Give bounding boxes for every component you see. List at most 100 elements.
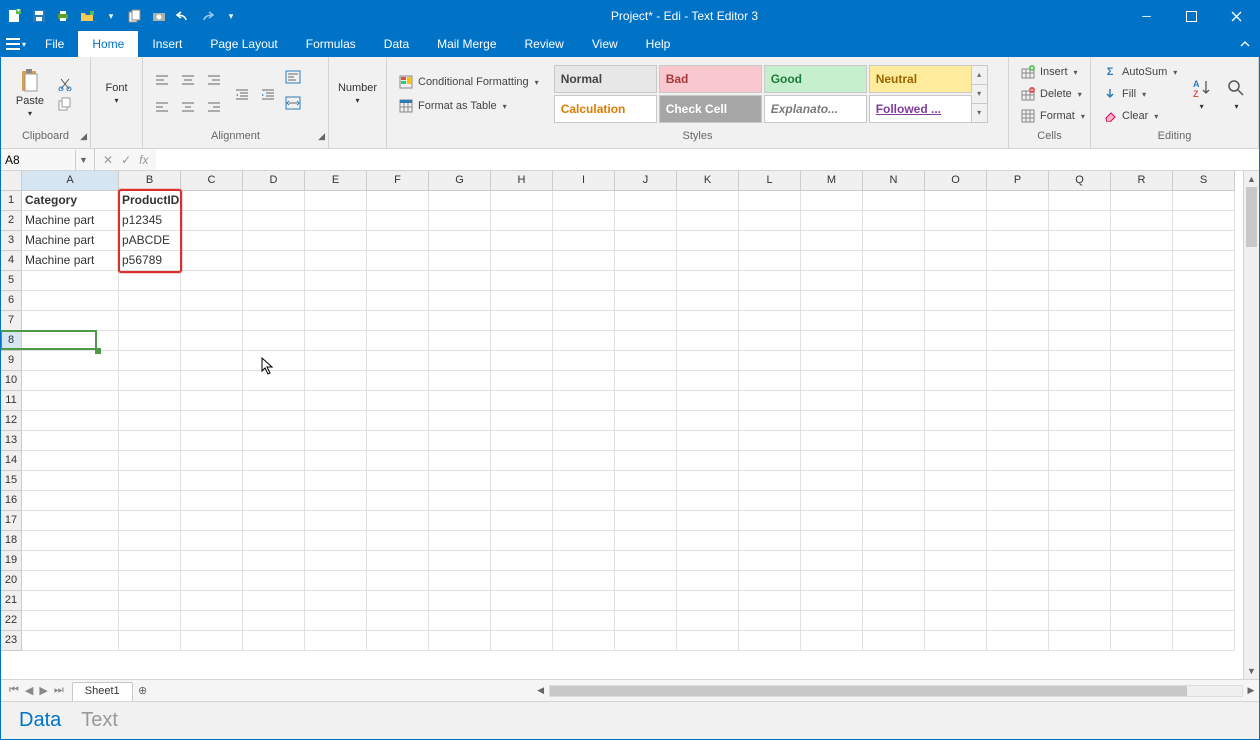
cell[interactable] <box>553 531 615 551</box>
paste-button[interactable]: Paste ▾ <box>9 62 51 126</box>
enter-icon[interactable]: ✓ <box>121 153 131 167</box>
cell[interactable] <box>615 191 677 211</box>
cell[interactable] <box>677 451 739 471</box>
cell[interactable] <box>1173 371 1235 391</box>
cell[interactable] <box>987 211 1049 231</box>
cell[interactable] <box>801 591 863 611</box>
cell[interactable] <box>305 511 367 531</box>
cell[interactable] <box>1111 291 1173 311</box>
cell[interactable] <box>553 591 615 611</box>
cell[interactable] <box>22 391 119 411</box>
cell[interactable] <box>739 391 801 411</box>
cell[interactable] <box>491 511 553 531</box>
cell[interactable] <box>1049 251 1111 271</box>
cell[interactable] <box>367 511 429 531</box>
styles-gallery[interactable]: NormalBadGoodNeutralCalculationCheck Cel… <box>554 65 972 123</box>
col-header-K[interactable]: K <box>677 171 739 191</box>
cell[interactable] <box>367 591 429 611</box>
cell[interactable] <box>1049 191 1111 211</box>
cell[interactable] <box>367 191 429 211</box>
cell[interactable] <box>1173 431 1235 451</box>
row-header[interactable]: 23 <box>1 631 22 651</box>
cell[interactable] <box>305 471 367 491</box>
cell[interactable] <box>677 331 739 351</box>
col-header-A[interactable]: A <box>22 171 119 191</box>
cell[interactable] <box>1173 471 1235 491</box>
save-icon[interactable] <box>31 8 47 24</box>
cell[interactable] <box>181 311 243 331</box>
maximize-button[interactable] <box>1169 1 1214 31</box>
cell[interactable] <box>429 511 491 531</box>
cell[interactable] <box>801 531 863 551</box>
col-header-S[interactable]: S <box>1173 171 1235 191</box>
cell[interactable] <box>553 571 615 591</box>
cell[interactable] <box>367 431 429 451</box>
cell[interactable] <box>987 491 1049 511</box>
cell[interactable] <box>22 491 119 511</box>
cell[interactable] <box>615 291 677 311</box>
collapse-ribbon-button[interactable] <box>1231 31 1259 57</box>
row-header[interactable]: 12 <box>1 411 22 431</box>
cell[interactable] <box>22 291 119 311</box>
col-header-E[interactable]: E <box>305 171 367 191</box>
cell[interactable] <box>429 611 491 631</box>
cell[interactable] <box>739 351 801 371</box>
cell[interactable] <box>677 511 739 531</box>
cell[interactable] <box>1111 591 1173 611</box>
cell[interactable] <box>925 271 987 291</box>
style-good[interactable]: Good <box>764 65 867 93</box>
cell[interactable] <box>863 511 925 531</box>
align-center[interactable] <box>177 96 199 118</box>
cell[interactable] <box>801 491 863 511</box>
cell[interactable] <box>987 331 1049 351</box>
cell[interactable] <box>925 471 987 491</box>
cell[interactable]: Machine part <box>22 211 119 231</box>
sort-filter-button[interactable]: AZ ▾ <box>1186 62 1217 126</box>
cell[interactable] <box>925 611 987 631</box>
number-button[interactable]: Number ▾ <box>337 62 378 126</box>
namebox-dropdown[interactable]: ▼ <box>75 150 91 170</box>
cell[interactable] <box>863 471 925 491</box>
cell[interactable] <box>925 351 987 371</box>
cell[interactable] <box>1173 251 1235 271</box>
align-top-center[interactable] <box>177 70 199 92</box>
cell[interactable] <box>615 551 677 571</box>
cell[interactable] <box>181 391 243 411</box>
cell[interactable] <box>615 411 677 431</box>
cell[interactable] <box>863 291 925 311</box>
cell[interactable] <box>119 591 181 611</box>
cell[interactable] <box>181 371 243 391</box>
cell[interactable] <box>181 471 243 491</box>
cell[interactable] <box>1049 211 1111 231</box>
cell[interactable] <box>305 411 367 431</box>
cell[interactable] <box>429 571 491 591</box>
cell[interactable] <box>243 371 305 391</box>
find-button[interactable]: ▾ <box>1223 62 1250 126</box>
cell[interactable] <box>491 291 553 311</box>
cell[interactable] <box>863 431 925 451</box>
cell[interactable] <box>863 611 925 631</box>
row-header[interactable]: 2 <box>1 211 22 231</box>
cell[interactable] <box>987 511 1049 531</box>
cell[interactable] <box>243 331 305 351</box>
cell[interactable] <box>1049 331 1111 351</box>
cell[interactable] <box>801 231 863 251</box>
cell[interactable] <box>367 311 429 331</box>
clear-button[interactable]: Clear <box>1099 106 1180 126</box>
cell[interactable] <box>367 371 429 391</box>
cell[interactable] <box>491 251 553 271</box>
cell[interactable] <box>429 371 491 391</box>
cancel-icon[interactable]: ✕ <box>103 153 113 167</box>
cell[interactable] <box>367 571 429 591</box>
qat-more-icon[interactable]: ▾ <box>223 8 239 24</box>
cell[interactable] <box>1049 611 1111 631</box>
cell[interactable] <box>925 631 987 651</box>
cell[interactable] <box>553 311 615 331</box>
cell[interactable] <box>1049 431 1111 451</box>
cell[interactable] <box>801 571 863 591</box>
cell[interactable] <box>987 611 1049 631</box>
cell[interactable] <box>243 511 305 531</box>
cell[interactable] <box>243 551 305 571</box>
cell[interactable] <box>305 391 367 411</box>
cell[interactable] <box>1111 571 1173 591</box>
